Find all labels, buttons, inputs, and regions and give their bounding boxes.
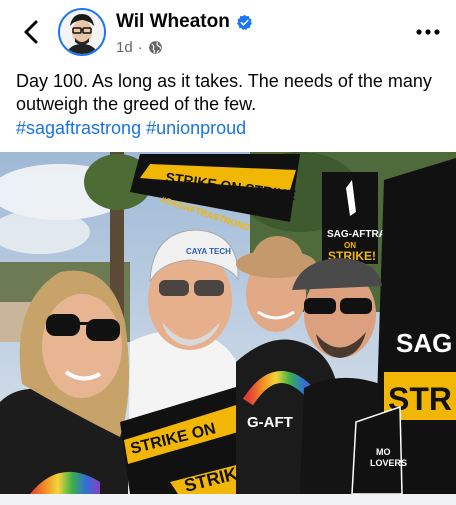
hashtag-link[interactable]: #unionproud <box>146 118 246 138</box>
sign-sag-text: SAG <box>396 328 452 358</box>
post-body-text: Day 100. As long as it takes. The needs … <box>16 71 432 114</box>
sign-logo-text: SAG-AFTRA <box>327 229 386 240</box>
more-options-icon[interactable] <box>414 24 442 40</box>
avatar-portrait-icon <box>60 10 104 54</box>
back-chevron-icon[interactable] <box>20 18 44 46</box>
cap-text: CAYA TECH <box>186 247 231 256</box>
strike-group-photo: STRIKE ON STRIKE #SAGAFTRASTRONG SAG-AFT… <box>0 152 456 494</box>
author-avatar[interactable] <box>58 8 106 56</box>
globe-icon <box>148 41 162 54</box>
meta-separator: · <box>137 39 143 56</box>
post-header: Wil Wheaton 1d · <box>0 0 456 66</box>
sign-top-right: SAG-AFTRA ON STRIKE! <box>322 172 386 264</box>
shirt-right-text: MO <box>376 447 391 457</box>
hashtag-link[interactable]: #sagaftrastrong <box>16 118 141 138</box>
post-divider <box>0 494 456 505</box>
post-hashtags: #sagaftrastrong #unionproud <box>16 117 246 140</box>
post-time[interactable]: 1d <box>116 39 133 56</box>
author-name-row: Wil Wheaton <box>116 11 253 33</box>
shirt-logo-text: G-AFT <box>247 414 293 431</box>
post-meta: 1d · <box>116 39 163 56</box>
post-photo[interactable]: STRIKE ON STRIKE #SAGAFTRASTRONG SAG-AFT… <box>0 152 456 494</box>
author-name[interactable]: Wil Wheaton <box>116 11 230 33</box>
verified-badge-icon <box>236 14 252 30</box>
shirt-right-text: LOVERS <box>370 458 407 468</box>
